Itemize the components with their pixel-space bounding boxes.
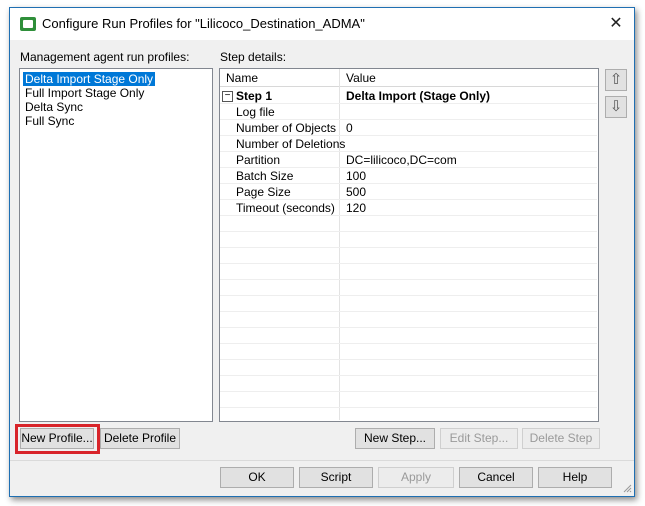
grid-line <box>220 391 597 392</box>
grid-line <box>220 151 597 152</box>
grid-line <box>220 327 597 328</box>
property-name: Batch Size <box>236 169 294 183</box>
property-name: Partition <box>236 153 281 167</box>
grid-line <box>220 231 597 232</box>
resize-grip-icon[interactable] <box>622 483 632 493</box>
column-header-name[interactable]: Name <box>226 71 258 85</box>
ok-button[interactable]: OK <box>220 467 294 488</box>
edit-step-button[interactable]: Edit Step... <box>440 428 518 449</box>
property-value: 100 <box>346 169 367 183</box>
highlight-box <box>15 424 100 454</box>
new-step-button[interactable]: New Step... <box>355 428 435 449</box>
grid-line <box>220 183 597 184</box>
cancel-button[interactable]: Cancel <box>459 467 533 488</box>
close-button[interactable]: ✕ <box>604 12 628 36</box>
profiles-list[interactable]: Delta Import Stage Only Full Import Stag… <box>19 68 213 422</box>
property-name: Number of Deletions <box>236 137 346 151</box>
property-name: Number of Objects <box>236 121 337 135</box>
grid-line <box>220 135 597 136</box>
collapse-icon[interactable]: − <box>222 91 233 102</box>
grid-line <box>220 359 597 360</box>
grid-line <box>220 295 597 296</box>
property-name: Log file <box>236 105 275 119</box>
grid-line <box>220 215 597 216</box>
profile-item-delta-import-stage-only[interactable]: Delta Import Stage Only <box>21 71 157 87</box>
app-icon <box>20 17 36 31</box>
move-step-down-button[interactable]: ⇩ <box>605 96 627 118</box>
grid-line <box>220 103 597 104</box>
column-divider <box>339 69 340 420</box>
property-value: 120 <box>346 201 367 215</box>
grid-line <box>220 375 597 376</box>
property-value: 0 <box>346 121 353 135</box>
property-value: 500 <box>346 185 367 199</box>
grid-line <box>220 279 597 280</box>
grid-line <box>220 311 597 312</box>
delete-profile-button[interactable]: Delete Profile <box>100 428 180 449</box>
grid-header: Name Value <box>220 69 598 87</box>
grid-line <box>220 263 597 264</box>
step-details-label: Step details: <box>220 50 287 64</box>
property-name: Timeout (seconds) <box>236 201 335 215</box>
delete-step-button[interactable]: Delete Step <box>522 428 600 449</box>
apply-button[interactable]: Apply <box>378 467 454 488</box>
step-type: Delta Import (Stage Only) <box>346 89 491 103</box>
profile-item-delta-sync[interactable]: Delta Sync <box>23 100 85 114</box>
profiles-label: Management agent run profiles: <box>20 50 190 64</box>
footer-separator <box>10 460 634 461</box>
help-button[interactable]: Help <box>538 467 612 488</box>
property-value: DC=lilicoco,DC=com <box>346 153 457 167</box>
grid-line <box>220 167 597 168</box>
profile-item-full-sync[interactable]: Full Sync <box>23 114 76 128</box>
property-name: Page Size <box>236 185 291 199</box>
grid-line <box>220 199 597 200</box>
move-step-up-button[interactable]: ⇧ <box>605 69 627 91</box>
dialog-title: Configure Run Profiles for "Lilicoco_Des… <box>42 16 365 31</box>
grid-line <box>220 247 597 248</box>
step-name[interactable]: Step 1 <box>236 89 272 103</box>
grid-line <box>220 407 597 408</box>
script-button[interactable]: Script <box>299 467 373 488</box>
column-header-value[interactable]: Value <box>346 71 376 85</box>
grid-line <box>220 119 597 120</box>
grid-line <box>220 343 597 344</box>
profile-item-full-import-stage-only[interactable]: Full Import Stage Only <box>23 86 146 100</box>
